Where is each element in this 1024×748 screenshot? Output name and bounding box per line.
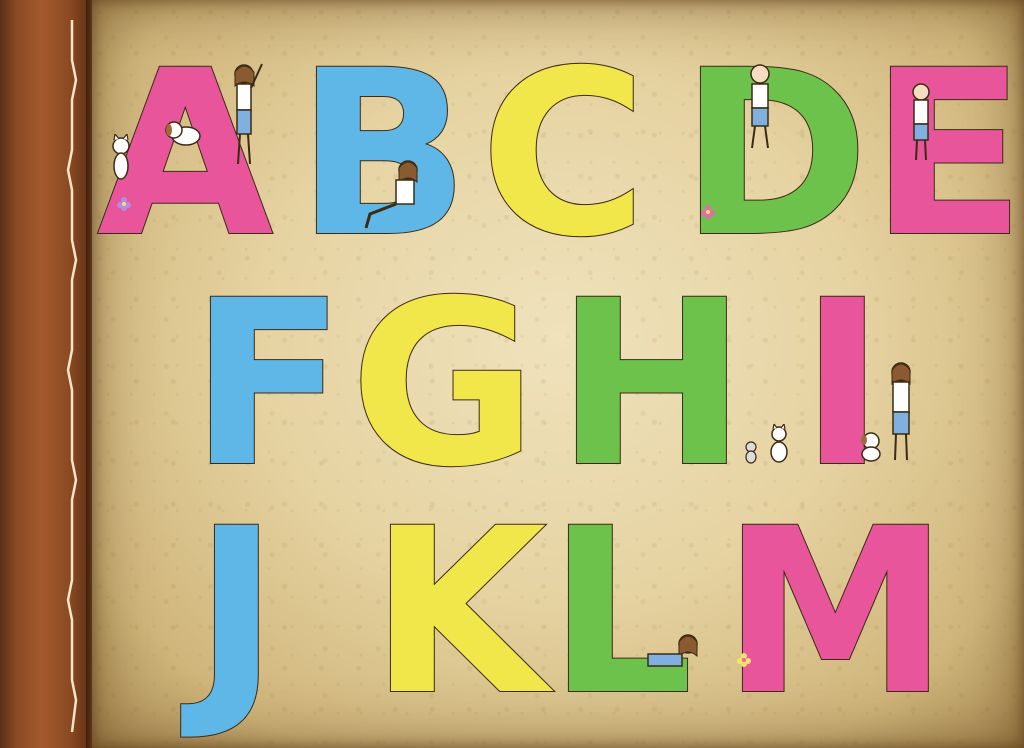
- girl-character-icon: [234, 63, 263, 165]
- girl-character-icon: [364, 160, 418, 229]
- girl-character-icon: [891, 362, 911, 461]
- letter-c: C: [479, 21, 648, 287]
- flower-icon: [701, 205, 715, 219]
- letter-f: F: [189, 251, 347, 517]
- stitching-icon: [66, 20, 78, 732]
- letter-j: J: [193, 479, 280, 745]
- letter-l: L: [547, 479, 694, 745]
- letter-k: K: [369, 479, 548, 745]
- letter-g: G: [349, 251, 538, 517]
- flower-icon: [737, 653, 751, 667]
- dog-character-icon: [861, 432, 881, 462]
- letter-m: M: [721, 479, 950, 745]
- dog-character-icon: [165, 121, 201, 146]
- girl-character-icon: [647, 634, 698, 667]
- cat-character-icon: [770, 424, 788, 463]
- cat-character-icon: [112, 134, 130, 180]
- flower-icon: [117, 197, 131, 211]
- letter-e: E: [869, 21, 1024, 287]
- letter-h: H: [555, 251, 748, 517]
- girl-character-icon: [912, 83, 930, 161]
- letter-i: I: [799, 251, 886, 517]
- mouse-character-icon: [745, 441, 757, 464]
- girl-character-icon: [750, 64, 770, 149]
